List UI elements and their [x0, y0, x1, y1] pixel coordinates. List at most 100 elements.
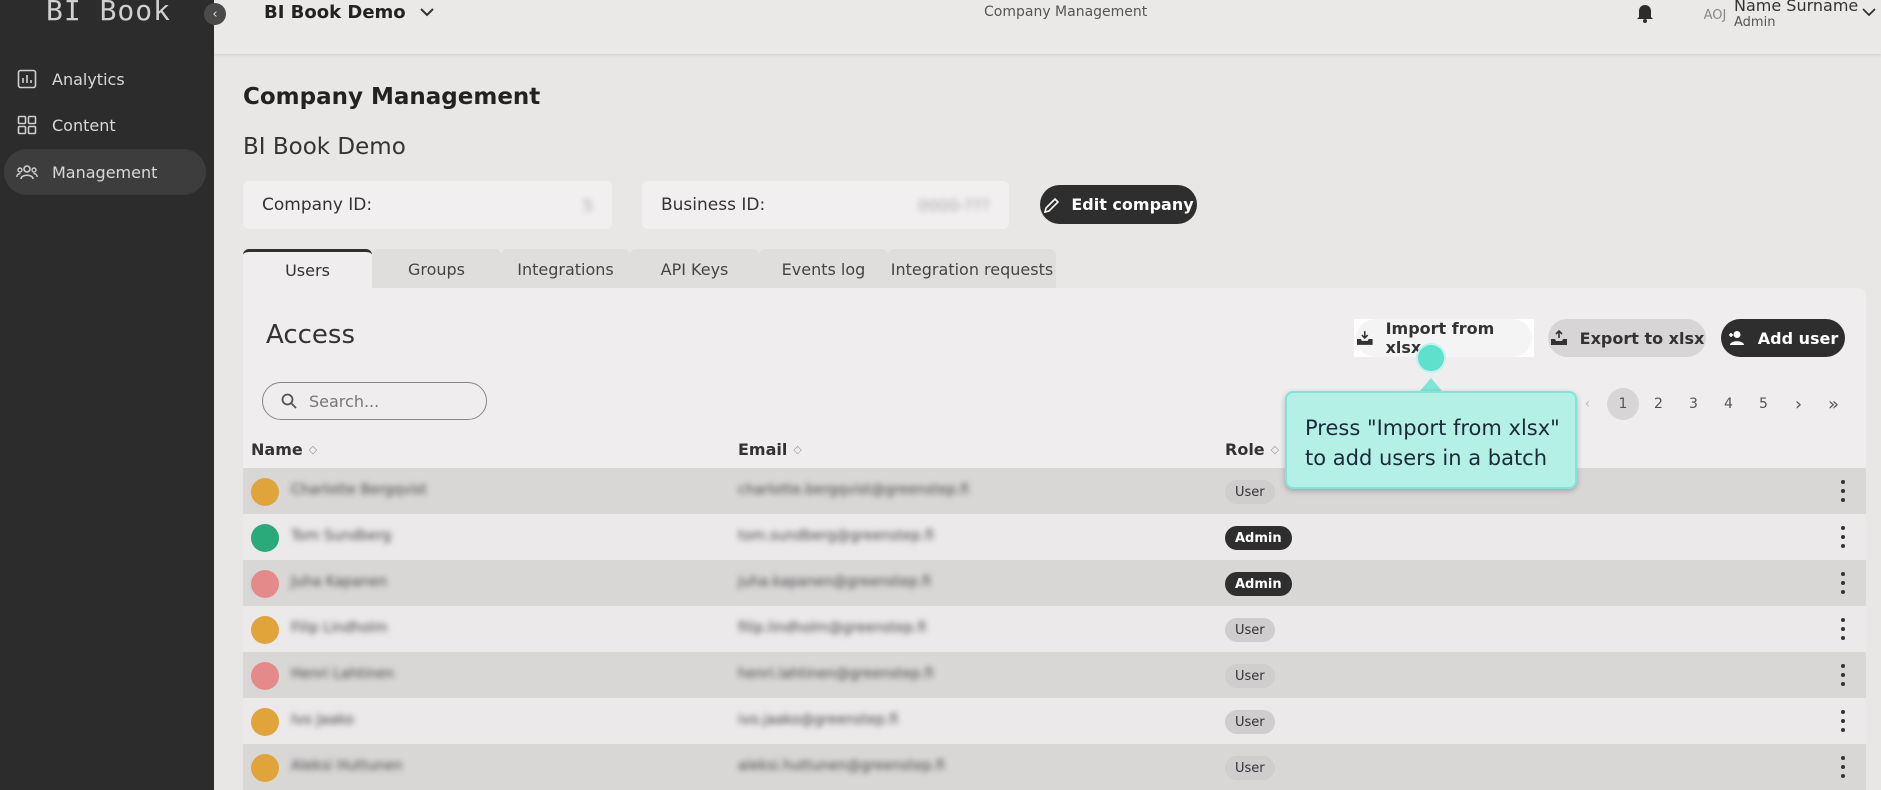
more-options-icon[interactable] — [1839, 526, 1847, 548]
import-label: Import from xlsx — [1385, 319, 1495, 357]
more-options-icon[interactable] — [1839, 710, 1847, 732]
company-name: BI Book Demo — [243, 134, 406, 160]
column-header-email[interactable]: Email ◇ — [738, 440, 802, 459]
page-button-2[interactable]: 2 — [1641, 388, 1676, 420]
company-id-value: 5 — [582, 195, 593, 215]
add-user-label: Add user — [1757, 328, 1839, 348]
header-page-title: Company Management — [984, 4, 1148, 20]
avatar — [251, 570, 279, 598]
sidebar-item-management[interactable]: Management — [4, 149, 206, 195]
role-badge: User — [1225, 710, 1275, 734]
sidebar-item-label: Analytics — [52, 69, 125, 89]
next-page-button[interactable]: › — [1781, 388, 1816, 420]
user-role: Admin — [1734, 15, 1776, 30]
export-to-xlsx-button[interactable]: Export to xlsx — [1548, 319, 1706, 357]
tab-integration-requests[interactable]: Integration requests — [888, 249, 1056, 289]
role-badge: User — [1225, 480, 1275, 504]
sort-icon: ◇ — [308, 443, 318, 456]
more-options-icon[interactable] — [1839, 572, 1847, 594]
tab-users[interactable]: Users — [243, 249, 372, 289]
user-name[interactable]: Name Surname — [1734, 0, 1858, 15]
pagination: ‹ 1 2 3 4 5 › » — [1570, 388, 1851, 420]
table-row[interactable]: Aleksi Huttunen aleksi.huttunen@greenste… — [243, 744, 1866, 790]
grid-icon — [16, 114, 38, 136]
user-email-cell: juha.kapanen@greenstep.fi — [738, 574, 931, 590]
column-header-label: Email — [738, 440, 788, 459]
bell-icon[interactable] — [1636, 3, 1654, 27]
tab-bar: Users Groups Integrations API Keys Event… — [243, 249, 1056, 289]
guide-callout: Press "Import from xlsx" to add users in… — [1285, 391, 1577, 489]
export-label: Export to xlsx — [1579, 328, 1705, 348]
role-badge: Admin — [1225, 572, 1292, 596]
table-row[interactable]: Ivo Jaako ivo.jaako@greenstep.fi User — [243, 698, 1866, 744]
column-header-role[interactable]: Role ◇ — [1225, 440, 1279, 459]
add-user-button[interactable]: Add user — [1721, 319, 1845, 357]
table-row[interactable]: Henri Lahtinen henri.lahtinen@greenstep.… — [243, 652, 1866, 698]
sidebar-item-analytics[interactable]: Analytics — [4, 56, 206, 102]
company-selector-label: BI Book Demo — [264, 2, 406, 23]
export-icon — [1550, 330, 1567, 345]
avatar — [251, 754, 279, 782]
sidebar-item-label: Management — [52, 162, 158, 182]
chevron-down-icon[interactable] — [1862, 2, 1876, 21]
column-header-label: Name — [251, 440, 303, 459]
role-badge: User — [1225, 618, 1275, 642]
table-row[interactable]: Tom Sundberg tom.sundberg@greenstep.fi A… — [243, 514, 1866, 560]
user-name-cell: Juha Kapanen — [291, 574, 388, 590]
page-button-3[interactable]: 3 — [1676, 388, 1711, 420]
table-row[interactable]: Filip Lindholm filip.lindholm@greenstep.… — [243, 606, 1866, 652]
sort-icon: ◇ — [793, 443, 802, 456]
table-row[interactable]: Juha Kapanen juha.kapanen@greenstep.fi A… — [243, 560, 1866, 606]
last-page-button[interactable]: » — [1816, 388, 1851, 420]
business-id-value: 0000-??? — [918, 195, 990, 215]
avatar — [251, 662, 279, 690]
user-name-cell: Charlotte Bergqvist — [291, 482, 427, 498]
search-icon — [281, 393, 297, 409]
company-selector[interactable]: BI Book Demo — [264, 2, 434, 23]
tab-api-keys[interactable]: API Keys — [630, 249, 759, 289]
role-badge: User — [1225, 756, 1275, 780]
more-options-icon[interactable] — [1839, 756, 1847, 778]
tab-groups[interactable]: Groups — [372, 249, 501, 289]
user-name-cell: Tom Sundberg — [291, 528, 392, 544]
page-button-1[interactable]: 1 — [1607, 388, 1639, 420]
role-badge: Admin — [1225, 526, 1292, 550]
callout-arrow — [1419, 378, 1443, 392]
edit-company-button[interactable]: Edit company — [1040, 185, 1197, 224]
chevron-left-icon[interactable]: ‹ — [204, 3, 226, 25]
page-button-4[interactable]: 4 — [1711, 388, 1746, 420]
search-input[interactable]: Search... — [262, 382, 487, 420]
edit-company-label: Edit company — [1071, 195, 1194, 214]
tab-integrations[interactable]: Integrations — [501, 249, 630, 289]
add-user-icon — [1728, 331, 1744, 345]
business-id-label: Business ID: — [661, 195, 766, 215]
user-name-cell: Henri Lahtinen — [291, 666, 395, 682]
company-id-field: Company ID: 5 — [243, 181, 612, 229]
more-options-icon[interactable] — [1839, 664, 1847, 686]
sidebar-item-label: Content — [52, 115, 116, 135]
more-options-icon[interactable] — [1839, 480, 1847, 502]
tab-events-log[interactable]: Events log — [759, 249, 888, 289]
role-badge: User — [1225, 664, 1275, 688]
user-name-cell: Filip Lindholm — [291, 620, 388, 636]
user-email-cell: ivo.jaako@greenstep.fi — [738, 712, 899, 728]
chevron-down-icon — [419, 8, 434, 17]
user-email-cell: charlotte.bergqvist@greenstep.fi — [738, 482, 970, 498]
user-email-cell: henri.lahtinen@greenstep.fi — [738, 666, 934, 682]
business-id-field: Business ID: 0000-??? — [642, 181, 1009, 229]
users-icon — [16, 161, 38, 183]
guide-cursor-indicator — [1416, 343, 1446, 373]
avatar[interactable]: AOJ — [1698, 2, 1732, 28]
page-button-5[interactable]: 5 — [1746, 388, 1781, 420]
sidebar-item-content[interactable]: Content — [4, 102, 206, 148]
avatar — [251, 616, 279, 644]
app-logo[interactable]: BI Book — [46, 0, 171, 27]
column-header-name[interactable]: Name ◇ — [251, 440, 317, 459]
top-bar: BI Book Demo Company Management AOJ Name… — [214, 0, 1881, 54]
more-options-icon[interactable] — [1839, 618, 1847, 640]
pencil-icon — [1044, 197, 1060, 213]
callout-line-1: Press "Import from xlsx" — [1305, 416, 1560, 440]
avatar — [251, 478, 279, 506]
user-email-cell: tom.sundberg@greenstep.fi — [738, 528, 934, 544]
table-row[interactable]: Charlotte Bergqvist charlotte.bergqvist@… — [243, 468, 1866, 514]
